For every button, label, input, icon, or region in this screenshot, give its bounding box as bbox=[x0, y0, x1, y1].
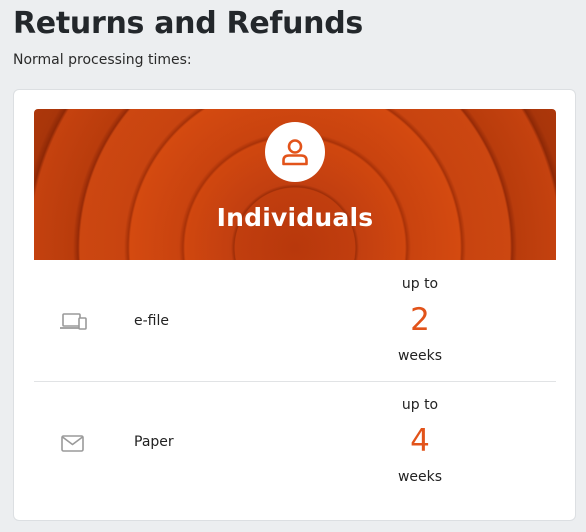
page-subtitle: Normal processing times: bbox=[13, 52, 192, 68]
processing-time: up to 4 weeks bbox=[370, 382, 470, 502]
time-prefix: up to bbox=[401, 397, 439, 413]
person-icon bbox=[265, 122, 325, 182]
individuals-card: Individuals e-file up to 2 weeks Paper u… bbox=[13, 89, 576, 521]
processing-time: up to 2 weeks bbox=[370, 261, 470, 381]
envelope-icon bbox=[58, 432, 88, 454]
time-unit: weeks bbox=[397, 348, 443, 364]
individuals-banner: Individuals bbox=[34, 109, 556, 260]
devices-icon bbox=[58, 311, 88, 333]
time-value: 4 bbox=[410, 423, 430, 459]
time-value: 2 bbox=[410, 302, 430, 338]
banner-title: Individuals bbox=[216, 203, 374, 232]
page-title: Returns and Refunds bbox=[13, 6, 363, 41]
row-label: Paper bbox=[134, 434, 174, 450]
time-prefix: up to bbox=[401, 276, 439, 292]
processing-row-paper: Paper up to 4 weeks bbox=[34, 382, 556, 502]
processing-row-efile: e-file up to 2 weeks bbox=[34, 261, 556, 382]
row-label: e-file bbox=[134, 313, 169, 329]
time-unit: weeks bbox=[397, 469, 443, 485]
